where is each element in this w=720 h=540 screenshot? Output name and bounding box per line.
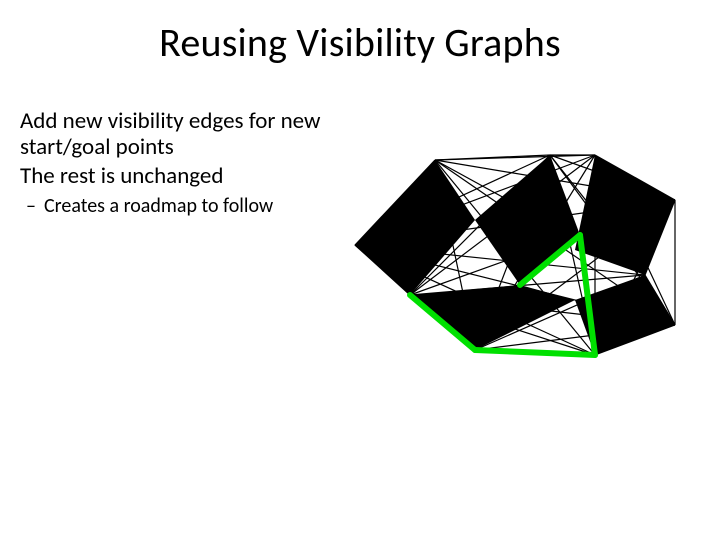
- body-line-2: The rest is unchanged: [20, 163, 340, 189]
- sub-bullet-1: Creates a roadmap to follow: [20, 195, 340, 218]
- body-line-1: Add new visibility edges for new start/g…: [20, 108, 340, 161]
- slide-body: Add new visibility edges for new start/g…: [20, 108, 340, 218]
- slide: Reusing Visibility Graphs Add new visibi…: [0, 0, 720, 540]
- slide-title: Reusing Visibility Graphs: [0, 18, 720, 67]
- visibility-graph-figure: [345, 125, 705, 375]
